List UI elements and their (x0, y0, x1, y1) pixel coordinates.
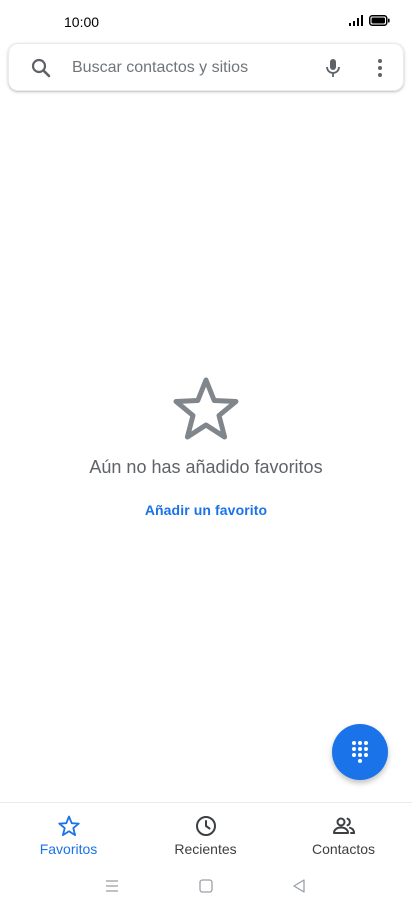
clock-icon (195, 816, 216, 836)
tab-contactos[interactable]: Contactos (275, 803, 412, 863)
menu-icon[interactable] (103, 877, 121, 895)
status-time: 10:00 (64, 14, 100, 30)
tab-favoritos-label: Favoritos (39, 841, 98, 857)
tab-contactos-label: Contactos (311, 841, 376, 857)
empty-state-title: Aún no has añadido favoritos (89, 457, 323, 477)
microphone-icon[interactable] (321, 56, 345, 80)
search-input[interactable]: Buscar contactos y sitios (72, 59, 248, 77)
tab-favoritos[interactable]: Favoritos (0, 803, 137, 863)
system-navigation-bar (0, 866, 412, 906)
battery-icon (369, 15, 390, 26)
search-icon[interactable] (29, 56, 53, 80)
back-icon[interactable] (290, 877, 308, 895)
more-options-icon[interactable] (368, 56, 392, 80)
home-icon[interactable] (197, 877, 215, 895)
tab-recientes-label: Recientes (174, 841, 237, 857)
add-favorite-link[interactable]: Añadir un favorito (0, 502, 412, 518)
dialpad-button[interactable] (332, 724, 388, 780)
bottom-navigation: Favoritos Recientes Contactos (0, 802, 412, 862)
status-icons (349, 15, 390, 26)
people-icon (332, 817, 355, 834)
star-icon (57, 815, 80, 837)
tab-recientes[interactable]: Recientes (137, 803, 274, 863)
search-bar[interactable]: Buscar contactos y sitios (8, 43, 404, 91)
status-bar: 10:00 (0, 0, 412, 44)
dialpad-icon (352, 741, 368, 763)
star-outline-icon (173, 377, 239, 440)
signal-icon (349, 15, 363, 26)
